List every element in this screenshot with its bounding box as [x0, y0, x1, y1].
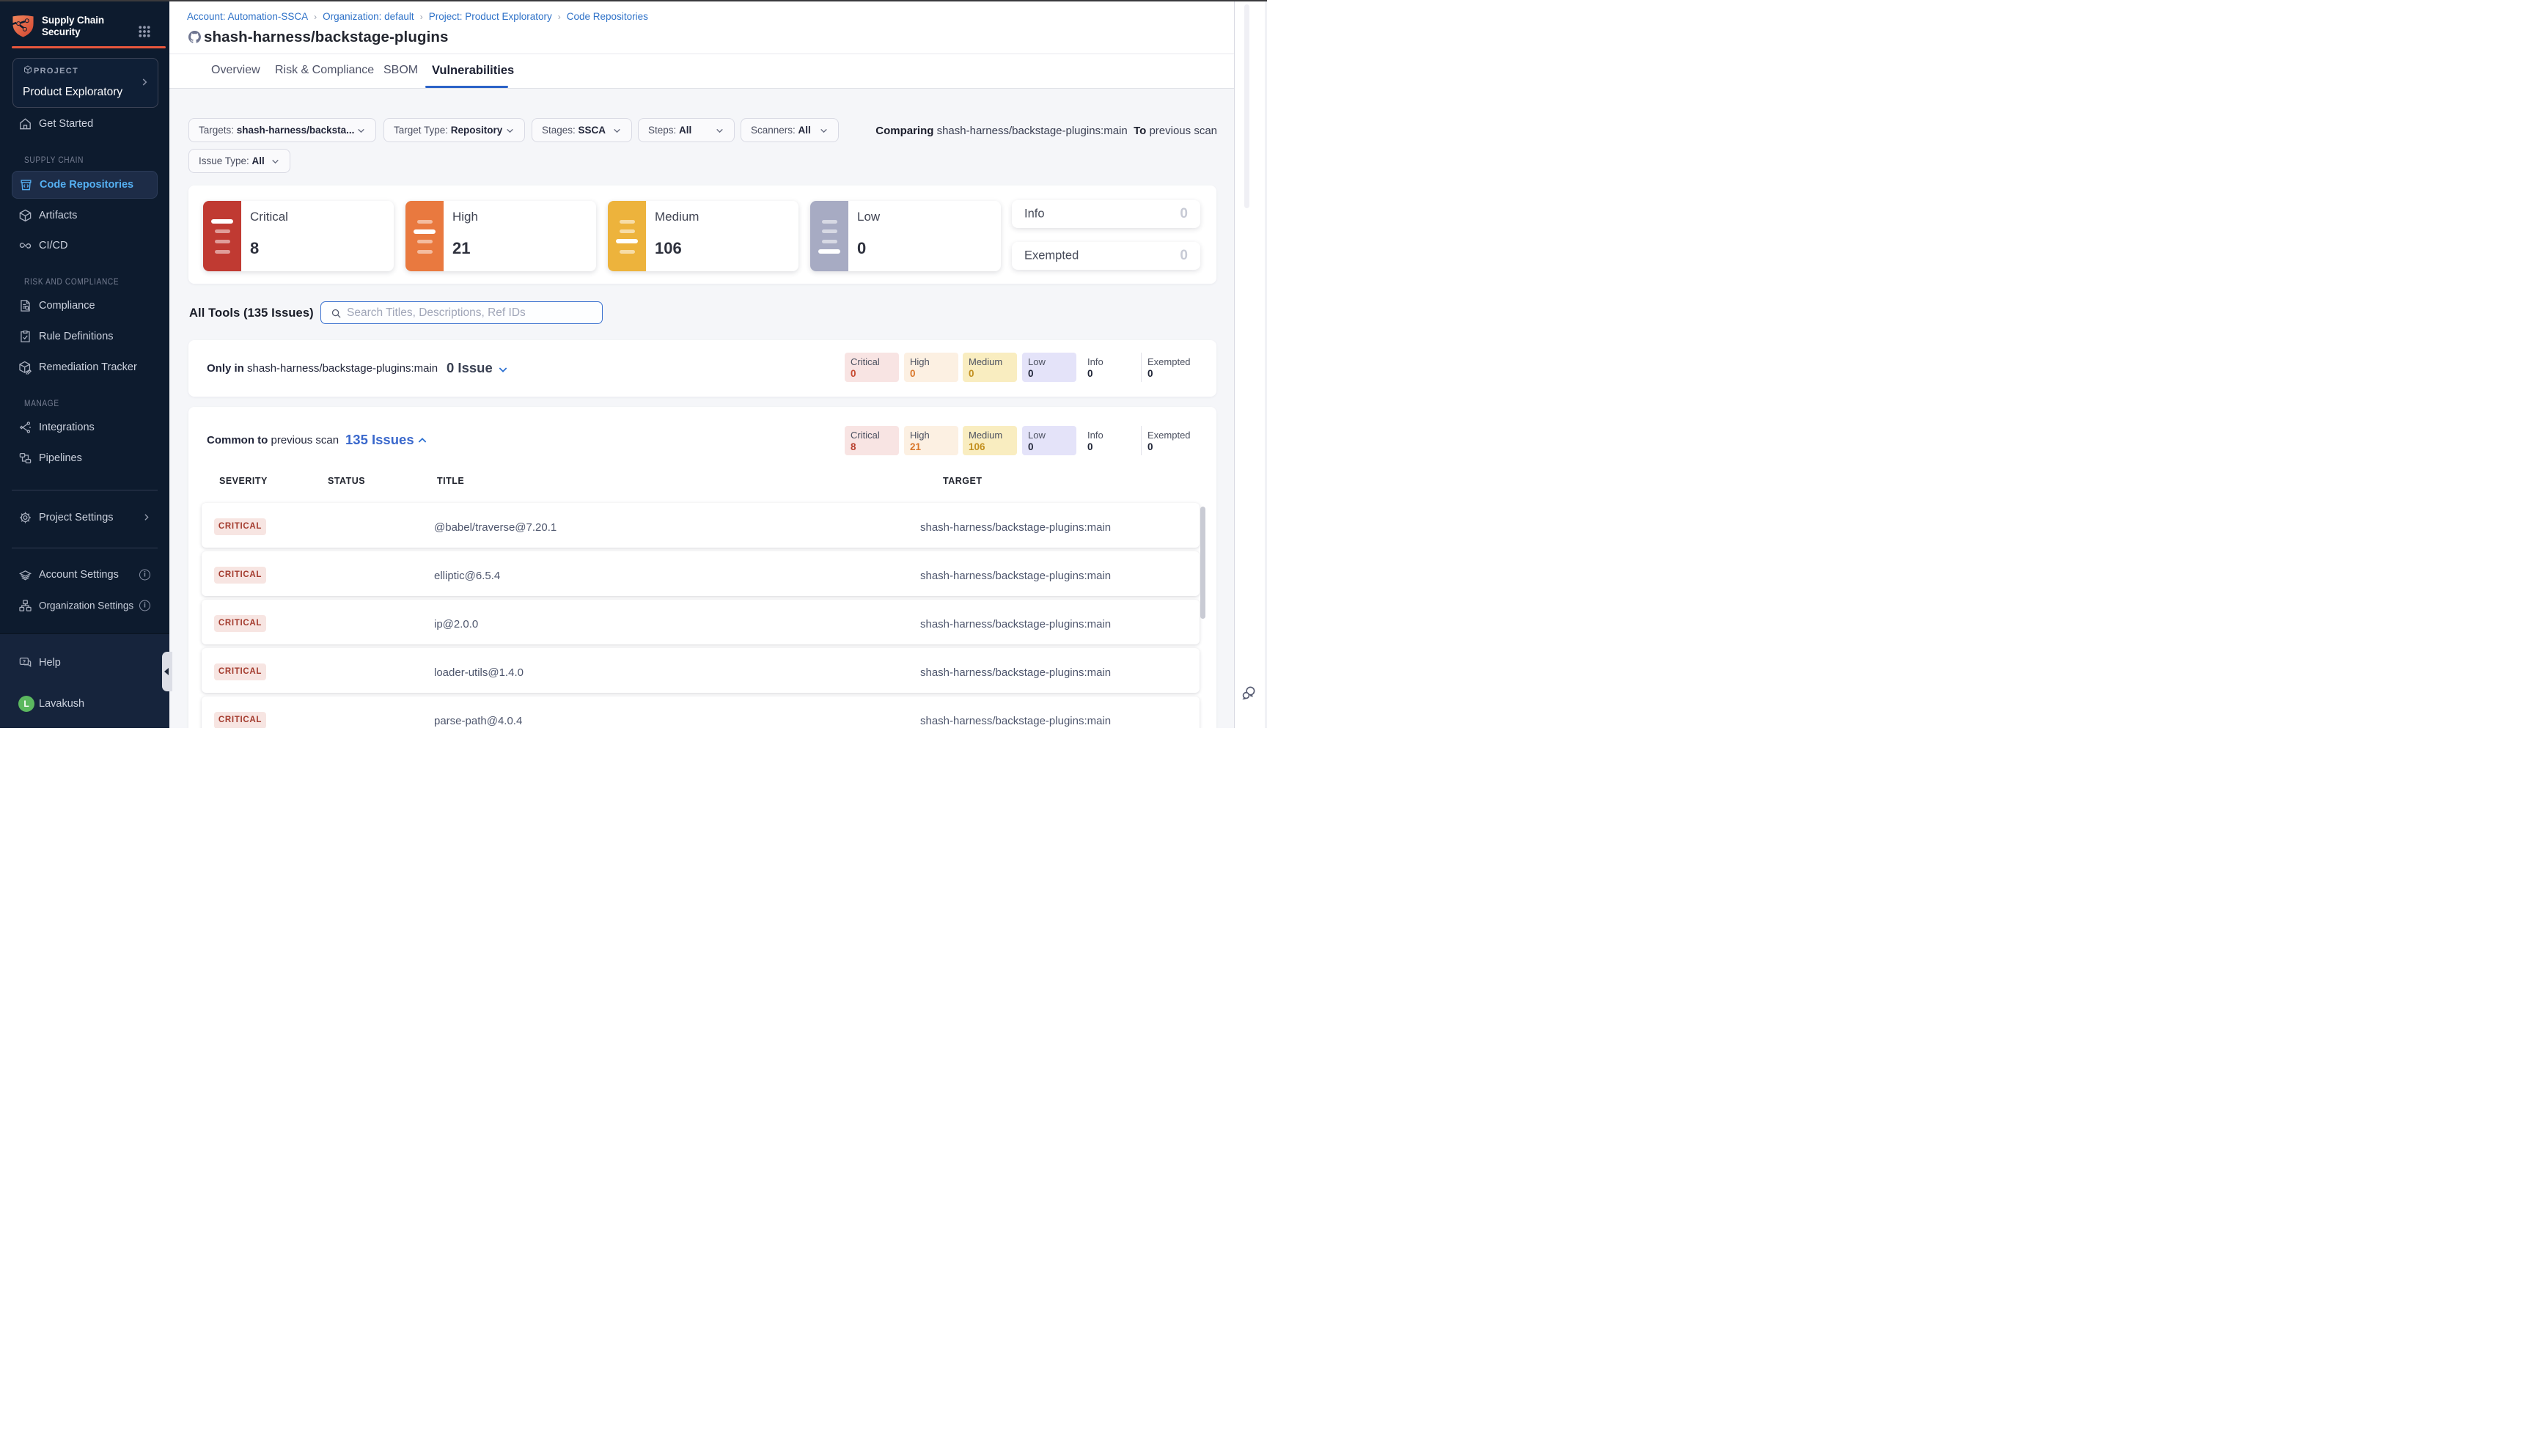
- svg-text:?: ?: [23, 659, 26, 665]
